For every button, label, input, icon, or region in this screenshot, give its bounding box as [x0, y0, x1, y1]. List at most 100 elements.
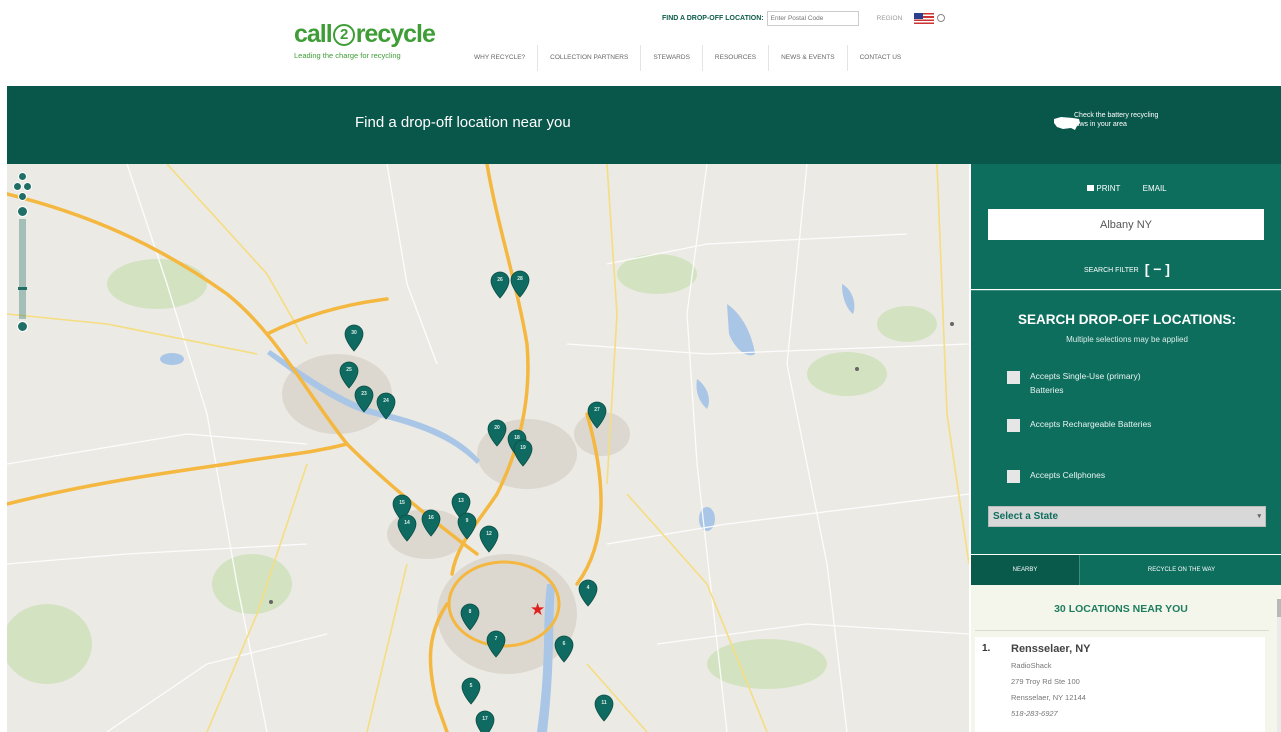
state-select[interactable]: Select a State ▾ [988, 506, 1266, 527]
region-radio[interactable] [937, 14, 946, 22]
map-marker-icon[interactable]: 19 [513, 439, 533, 467]
nav-stewards[interactable]: STEWARDS [640, 45, 702, 71]
marker-number: 19 [520, 445, 526, 451]
marker-number: 11 [601, 700, 607, 706]
map-marker-icon[interactable]: 16 [421, 509, 441, 537]
location-search-input[interactable] [988, 209, 1264, 240]
nav-contact-us[interactable]: CONTACT US [846, 45, 914, 71]
map-marker-icon[interactable]: 20 [487, 419, 507, 447]
us-flag-icon[interactable] [914, 12, 935, 24]
site-header: call 2 recycle Leading the charge for recy… [0, 0, 1281, 86]
checkbox-box[interactable] [1007, 419, 1020, 432]
results-scrollbar[interactable] [1277, 599, 1281, 732]
map-marker-icon[interactable]: 30 [344, 324, 364, 352]
search-filter-label: SEARCH FILTER [1084, 267, 1139, 274]
map-marker-icon[interactable]: 17 [475, 710, 495, 732]
results-count: 30 LOCATIONS NEAR YOU [1054, 603, 1188, 615]
checkbox-label: Accepts Cellphones [1030, 470, 1106, 480]
logo-part-two: 2 [332, 24, 355, 46]
tab-nearby[interactable]: NEARBY [971, 555, 1079, 585]
state-select-value: Select a State [993, 511, 1059, 522]
result-citystate: Rensselaer, NY 12144 [1011, 693, 1086, 702]
email-button[interactable]: EMAIL [1143, 184, 1167, 193]
result-phone[interactable]: 518-283-6927 [1011, 709, 1058, 718]
checkbox-box[interactable] [1007, 470, 1020, 483]
map-marker-icon[interactable]: 6 [554, 635, 574, 663]
marker-number: 4 [586, 585, 590, 591]
marker-number: 23 [361, 391, 367, 397]
marker-number: 9 [465, 518, 469, 524]
logo-tagline: Leading the charge for recycling [294, 51, 401, 60]
search-filter-toggle[interactable]: [ − ] [1145, 261, 1170, 277]
result-city[interactable]: Rensselaer, NY [1011, 643, 1091, 655]
map-marker-icon[interactable]: 14 [397, 514, 417, 542]
filter-panel: SEARCH DROP-OFF LOCATIONS: Multiple sele… [971, 290, 1281, 554]
zoom-slider-handle[interactable] [18, 287, 27, 290]
marker-number: 7 [494, 636, 498, 642]
marker-number: 27 [594, 407, 600, 413]
map-marker-icon[interactable]: 8 [460, 603, 480, 631]
map-marker-icon[interactable]: 11 [594, 694, 614, 722]
map-marker-icon[interactable]: 24 [376, 392, 396, 420]
page: call 2 recycle Leading the charge for recy… [0, 0, 1281, 732]
marker-number: 13 [458, 498, 464, 504]
printer-icon [1087, 185, 1095, 191]
map-marker-icon[interactable]: 4 [578, 579, 598, 607]
zoom-in-icon[interactable] [17, 206, 28, 217]
map-marker-icon[interactable]: 26 [490, 271, 510, 299]
logo-part-recycle: recycle [355, 20, 436, 48]
result-index: 1. [982, 643, 991, 654]
main-nav: WHY RECYCLE? COLLECTION PARTNERS STEWARD… [462, 45, 913, 71]
star-icon: ★ [530, 600, 546, 619]
checkbox-cellphones[interactable]: Accepts Cellphones [1007, 468, 1190, 483]
banner-heading: Find a drop-off location near you [355, 114, 571, 131]
call2recycle-logo[interactable]: call 2 recycle Leading the charge for recy… [294, 20, 444, 70]
map-view[interactable]: 26 28 30 25 23 24 27 20 18 19 15 14 16 13 9 12 8 7 4 6 5 11 17… [7, 164, 969, 732]
nav-news-events[interactable]: NEWS & EVENTS [768, 45, 846, 71]
print-label: PRINT [1096, 184, 1121, 193]
search-subtitle: Multiple selections may be applied [1066, 335, 1188, 344]
marker-number: 8 [468, 609, 472, 615]
tab-recycle-on-the-way[interactable]: RECYCLE ON THE WAY [1079, 555, 1281, 585]
marker-number: 25 [346, 367, 352, 373]
marker-number: 26 [497, 277, 503, 283]
top-utility-bar: FIND A DROP-OFF LOCATION: REGION [662, 9, 946, 27]
marker-number: 6 [562, 641, 566, 647]
marker-number: 30 [351, 330, 357, 336]
print-button[interactable]: PRINT [1087, 184, 1120, 193]
pan-icon[interactable] [13, 172, 33, 206]
map-marker-icon[interactable]: 27 [587, 401, 607, 429]
marker-number: 16 [428, 515, 434, 521]
battery-laws-link[interactable]: Check the battery recycling laws in your… [1074, 111, 1164, 129]
marker-number: 17 [482, 716, 488, 722]
locator-sidebar: PRINT EMAIL SEARCH FILTER [ − ] SEARCH D… [969, 164, 1281, 732]
list-item[interactable]: 1. Rensselaer, NY RadioShack 279 Troy Rd… [975, 637, 1265, 732]
logo-wordmark: call 2 recycle [294, 20, 444, 49]
zoom-slider[interactable] [18, 219, 27, 319]
scrollbar-thumb[interactable] [1277, 599, 1281, 617]
search-panel: PRINT EMAIL SEARCH FILTER [ − ] [971, 164, 1281, 289]
map-marker-icon[interactable]: 28 [510, 270, 530, 298]
checkbox-rechargeable[interactable]: Accepts Rechargeable Batteries [1007, 417, 1160, 432]
map-marker-icon[interactable]: 23 [354, 385, 374, 413]
result-address: 279 Troy Rd Ste 100 [1011, 677, 1080, 686]
nav-collection-partners[interactable]: COLLECTION PARTNERS [537, 45, 640, 71]
marker-number: 20 [494, 425, 500, 431]
nav-why-recycle[interactable]: WHY RECYCLE? [462, 45, 537, 71]
checkbox-single-use[interactable]: Accepts Single-Use (primary) Batteries [1007, 369, 1160, 397]
checkbox-label: Accepts Single-Use (primary) Batteries [1030, 371, 1141, 395]
postal-code-input[interactable] [766, 10, 859, 26]
checkbox-label: Accepts Rechargeable Batteries [1030, 419, 1152, 429]
checkbox-box[interactable] [1007, 371, 1020, 384]
map-marker-icon[interactable]: 5 [461, 677, 481, 705]
share-actions: PRINT EMAIL [971, 184, 1281, 193]
map-marker-icon[interactable]: 12 [479, 525, 499, 553]
results-tabs: NEARBY RECYCLE ON THE WAY [971, 555, 1281, 585]
results-list: 30 LOCATIONS NEAR YOU 1. Rensselaer, NY … [971, 585, 1281, 732]
find-dropoff-label: FIND A DROP-OFF LOCATION: [662, 14, 764, 22]
nav-resources[interactable]: RESOURCES [701, 45, 768, 71]
map-marker-icon[interactable]: 9 [457, 512, 477, 540]
result-store: RadioShack [1011, 661, 1052, 670]
zoom-out-icon[interactable] [17, 321, 28, 332]
map-marker-icon[interactable]: 7 [486, 630, 506, 658]
